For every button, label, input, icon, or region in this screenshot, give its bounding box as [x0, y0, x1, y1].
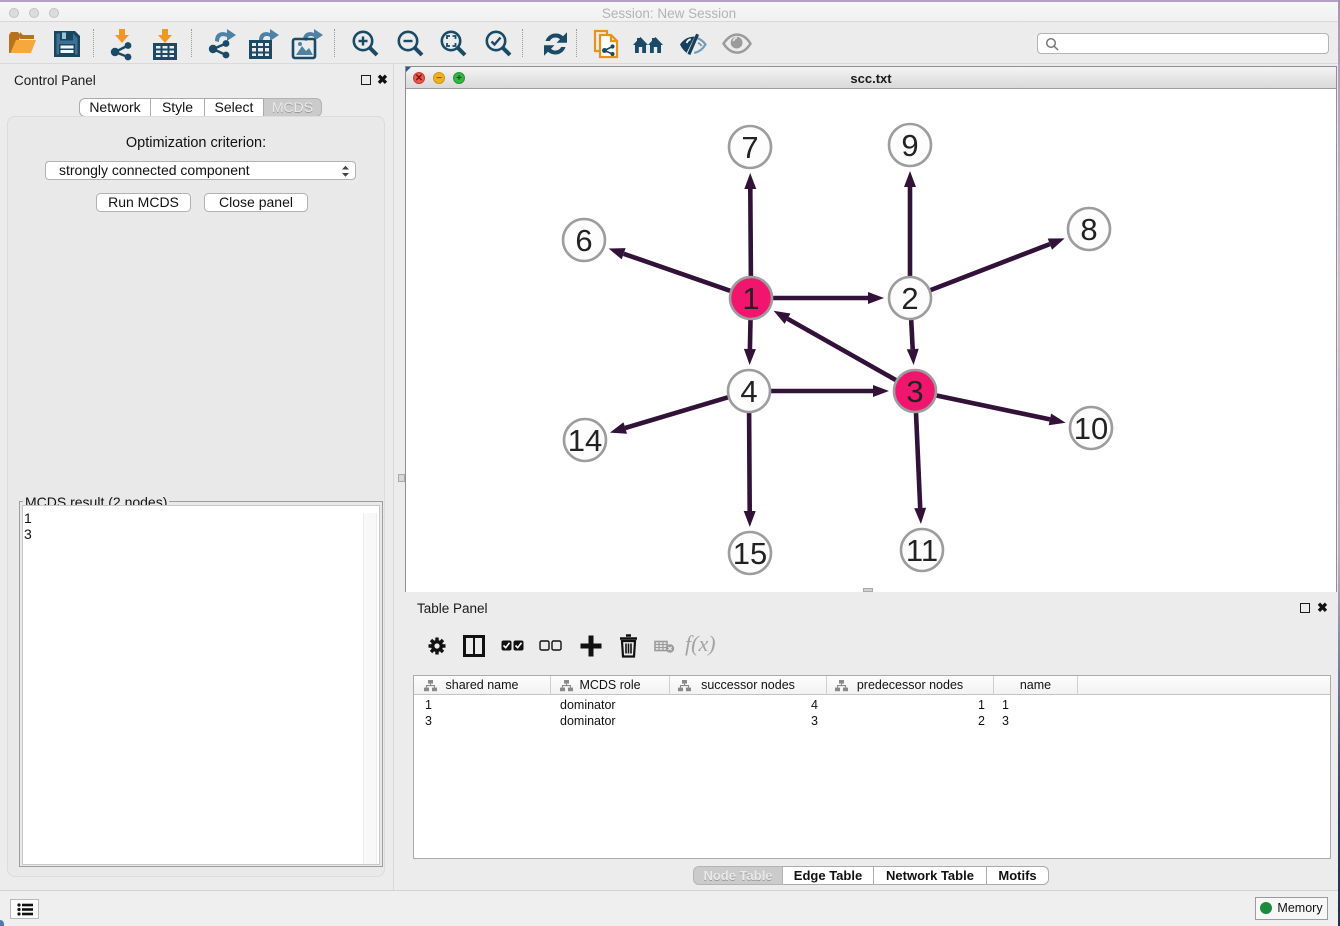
svg-text:8: 8 — [1080, 212, 1097, 247]
svg-text:11: 11 — [906, 533, 938, 568]
svg-text:4: 4 — [740, 374, 757, 409]
svg-text:6: 6 — [575, 223, 592, 258]
svg-text:14: 14 — [568, 423, 602, 458]
svg-text:15: 15 — [733, 536, 767, 571]
svg-text:2: 2 — [901, 281, 918, 316]
svg-text:9: 9 — [901, 128, 918, 163]
svg-text:7: 7 — [741, 130, 758, 165]
svg-text:1: 1 — [742, 281, 759, 316]
svg-text:3: 3 — [906, 374, 923, 409]
svg-text:10: 10 — [1074, 411, 1108, 446]
